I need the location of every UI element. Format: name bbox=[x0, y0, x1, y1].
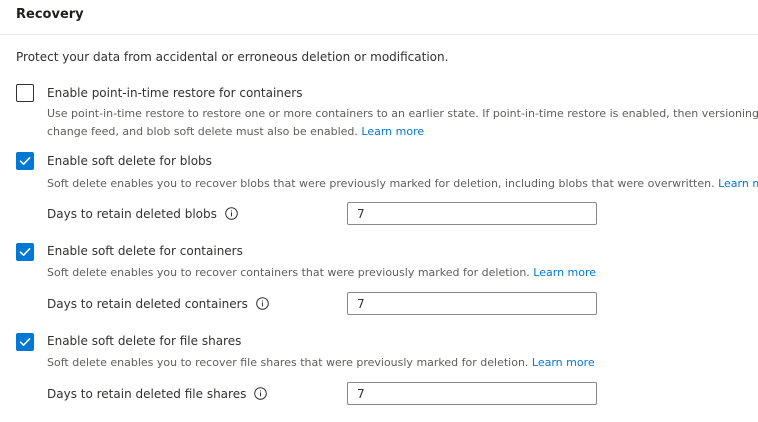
blobs-retention-days-input[interactable] bbox=[347, 202, 597, 225]
checkmark-icon bbox=[19, 248, 31, 256]
section-intro: Protect your data from accidental or err… bbox=[16, 50, 449, 64]
point-in-time-restore-checkbox[interactable] bbox=[16, 84, 34, 102]
file-shares-retention-days-input[interactable] bbox=[347, 382, 597, 405]
point-in-time-restore-description-line1: Use point-in-time restore to restore one… bbox=[47, 107, 758, 120]
soft-delete-file-shares-learn-more-link[interactable]: Learn more bbox=[532, 356, 595, 369]
file-shares-retention-field-label-wrap: Days to retain deleted file shares bbox=[47, 387, 268, 401]
point-in-time-restore-description: Use point-in-time restore to restore one… bbox=[47, 105, 758, 141]
section-title: Recovery bbox=[16, 7, 84, 22]
containers-retention-days-input[interactable] bbox=[347, 292, 597, 315]
checkmark-icon bbox=[19, 157, 31, 165]
soft-delete-blobs-learn-more-link[interactable]: Learn more bbox=[718, 177, 758, 190]
info-icon[interactable] bbox=[225, 207, 238, 220]
soft-delete-file-shares-description-line: Soft delete enables you to recover file … bbox=[47, 354, 595, 372]
soft-delete-containers-learn-more-link[interactable]: Learn more bbox=[533, 266, 596, 279]
point-in-time-restore-description-line2-wrap: change feed, and blob soft delete must a… bbox=[47, 123, 758, 141]
soft-delete-file-shares-checkbox[interactable] bbox=[16, 333, 34, 351]
soft-delete-blobs-label: Enable soft delete for blobs bbox=[47, 154, 212, 168]
soft-delete-containers-description-line: Soft delete enables you to recover conta… bbox=[47, 264, 596, 282]
blobs-retention-field-label-wrap: Days to retain deleted blobs bbox=[47, 207, 238, 221]
soft-delete-containers-label: Enable soft delete for containers bbox=[47, 244, 243, 258]
blobs-retention-field-label: Days to retain deleted blobs bbox=[47, 207, 217, 221]
info-icon[interactable] bbox=[256, 297, 269, 310]
info-icon[interactable] bbox=[254, 387, 268, 400]
soft-delete-blobs-description-line: Soft delete enables you to recover blobs… bbox=[47, 175, 758, 193]
soft-delete-blobs-checkbox[interactable] bbox=[16, 152, 34, 170]
soft-delete-containers-description-wrap: Soft delete enables you to recover conta… bbox=[47, 264, 596, 282]
soft-delete-file-shares-description-wrap: Soft delete enables you to recover file … bbox=[47, 354, 595, 372]
section-divider bbox=[0, 34, 758, 35]
soft-delete-blobs-description: Soft delete enables you to recover blobs… bbox=[47, 177, 715, 190]
point-in-time-restore-description-line2: change feed, and blob soft delete must a… bbox=[47, 125, 358, 138]
soft-delete-containers-description: Soft delete enables you to recover conta… bbox=[47, 266, 530, 279]
point-in-time-restore-label: Enable point-in-time restore for contain… bbox=[47, 86, 303, 100]
point-in-time-restore-learn-more-link[interactable]: Learn more bbox=[361, 125, 424, 138]
soft-delete-file-shares-label: Enable soft delete for file shares bbox=[47, 334, 242, 348]
checkmark-icon bbox=[19, 338, 31, 346]
file-shares-retention-field-label: Days to retain deleted file shares bbox=[47, 387, 247, 401]
soft-delete-file-shares-description: Soft delete enables you to recover file … bbox=[47, 356, 529, 369]
containers-retention-field-label: Days to retain deleted containers bbox=[47, 297, 248, 311]
soft-delete-containers-checkbox[interactable] bbox=[16, 243, 34, 261]
containers-retention-field-label-wrap: Days to retain deleted containers bbox=[47, 297, 269, 311]
soft-delete-blobs-description-wrap: Soft delete enables you to recover blobs… bbox=[47, 175, 758, 193]
